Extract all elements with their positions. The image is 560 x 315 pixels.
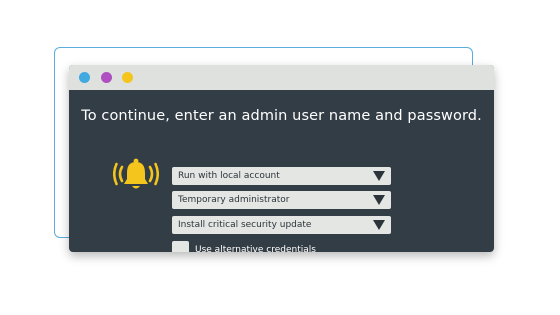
alternative-credentials-checkbox[interactable] [172,241,189,252]
dialog-window: To continue, enter an admin user name an… [69,65,494,252]
stage: To continue, enter an admin user name an… [0,0,560,315]
privilege-level-dropdown[interactable]: Temporary administrator [172,191,391,209]
dialog-content: To continue, enter an admin user name an… [69,90,494,252]
account-type-dropdown[interactable]: Run with local account [172,167,391,185]
privilege-level-dropdown-value: Temporary administrator [178,195,290,205]
account-type-dropdown-value: Run with local account [178,171,280,181]
minimize-window-button[interactable] [101,72,112,83]
action-dropdown-value: Install critical security update [178,220,312,230]
dropdown-arrow-icon [373,220,385,230]
bell-alert-icon [113,158,159,189]
title-bar[interactable] [69,65,494,90]
dialog-prompt: To continue, enter an admin user name an… [81,108,482,124]
dropdown-arrow-icon [373,171,385,181]
close-window-button[interactable] [79,72,90,83]
action-dropdown[interactable]: Install critical security update [172,216,391,234]
dropdown-arrow-icon [373,195,385,205]
maximize-window-button[interactable] [122,72,133,83]
alternative-credentials-label: Use alternative credentials [195,245,316,252]
